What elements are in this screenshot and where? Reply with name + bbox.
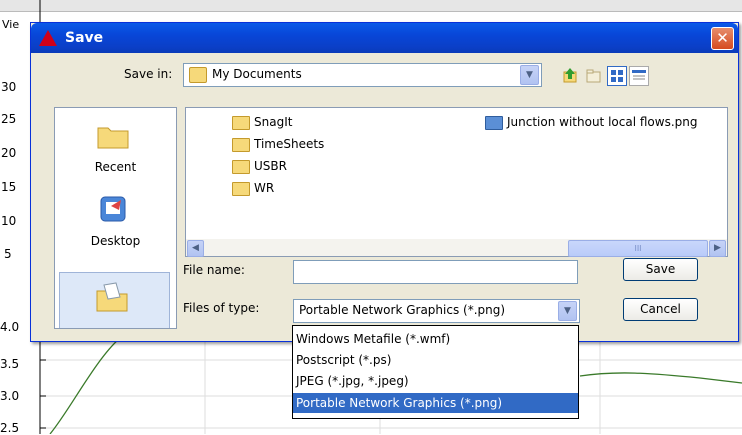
save-button[interactable]: Save — [623, 258, 698, 281]
close-icon: ✕ — [716, 29, 729, 47]
save-in-label: Save in: — [124, 67, 173, 81]
scroll-thumb[interactable]: III — [568, 240, 708, 257]
places-bar: Recent Desktop — [54, 107, 177, 329]
cancel-button[interactable]: Cancel — [623, 298, 698, 321]
file-name: SnagIt — [254, 115, 293, 129]
file-name: USBR — [254, 159, 287, 173]
save-in-combo[interactable]: My Documents ▼ — [183, 63, 542, 87]
desktop-icon — [100, 196, 126, 222]
title-bar[interactable]: Save ✕ — [31, 23, 738, 53]
app-logo-icon — [39, 30, 57, 46]
recent-folder-icon — [97, 127, 129, 149]
type-option[interactable]: Windows Metafile (*.wmf) — [293, 329, 578, 349]
new-folder-icon[interactable] — [585, 66, 603, 84]
png-file-icon — [485, 116, 503, 130]
up-folder-icon[interactable] — [561, 66, 579, 84]
chevron-down-icon[interactable]: ▼ — [520, 65, 539, 85]
dialog-title: Save — [65, 30, 104, 46]
type-option[interactable]: JPEG (*.jpg, *.jpeg) — [293, 371, 578, 391]
file-name: WR — [254, 181, 275, 195]
place-label: Recent — [94, 160, 137, 174]
file-name: Junction without local flows.png — [507, 115, 698, 129]
type-option-selected[interactable]: Portable Network Graphics (*.png) — [293, 393, 578, 413]
my-documents-folder-icon — [96, 282, 128, 312]
file-name-input[interactable] — [293, 260, 578, 284]
place-desktop[interactable]: Desktop — [55, 194, 176, 270]
folder-icon — [232, 182, 250, 196]
folder-icon — [232, 160, 250, 174]
scroll-grip: III — [634, 244, 642, 253]
view-menu-icon[interactable] — [607, 66, 627, 86]
files-of-type-label: Files of type: — [183, 301, 260, 315]
file-name: TimeSheets — [254, 137, 325, 151]
folder-icon — [232, 116, 250, 130]
save-in-value: My Documents — [212, 67, 302, 81]
close-button[interactable]: ✕ — [711, 27, 734, 50]
place-my-documents[interactable] — [59, 272, 170, 328]
save-dialog: Save ✕ Save in: My Documents ▼ Recent De… — [30, 22, 739, 342]
files-of-type-dropdown[interactable]: Windows Metafile (*.wmf) Postscript (*.p… — [292, 325, 579, 419]
details-view-icon[interactable] — [629, 66, 649, 86]
scroll-right-icon[interactable]: ▶ — [709, 240, 726, 257]
folder-icon — [232, 138, 250, 152]
files-of-type-value: Portable Network Graphics (*.png) — [299, 303, 506, 317]
chevron-down-icon[interactable]: ▼ — [558, 301, 577, 321]
horizontal-scrollbar[interactable]: ◀ III ▶ — [186, 239, 727, 257]
type-option[interactable]: Postscript (*.ps) — [293, 350, 578, 370]
files-of-type-combo[interactable]: Portable Network Graphics (*.png) ▼ — [293, 299, 580, 323]
file-name-label: File name: — [183, 263, 245, 277]
place-label: Desktop — [90, 234, 141, 248]
my-documents-icon — [189, 67, 207, 83]
place-recent[interactable]: Recent — [55, 108, 176, 184]
file-list[interactable]: SnagIt TimeSheets USBR WR Junction witho… — [185, 107, 728, 257]
scroll-left-icon[interactable]: ◀ — [187, 240, 204, 257]
